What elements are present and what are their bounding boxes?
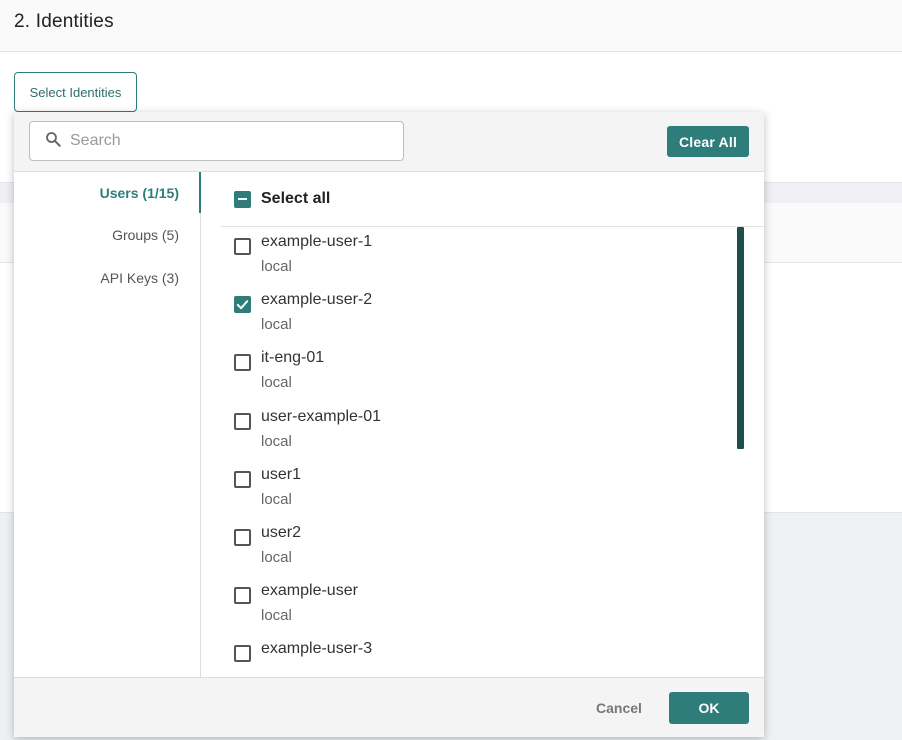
item-checkbox[interactable] [234,471,251,488]
item-checkbox[interactable] [234,354,251,371]
tab-api-keys[interactable]: API Keys (3) [100,270,179,286]
clear-all-button[interactable]: Clear All [667,126,749,157]
item-checkbox[interactable] [234,587,251,604]
item-name: example-user-2 [261,291,373,308]
checkmark-icon [236,300,249,310]
popover-footer: Cancel OK [14,677,764,737]
popover-toolbar: Clear All [14,112,764,172]
search-field[interactable] [29,121,404,161]
item-source: local [261,549,292,566]
item-checkbox[interactable] [234,529,251,546]
item-source: local [261,374,292,391]
item-name: user1 [261,466,302,483]
search-input[interactable] [70,132,370,150]
cancel-button[interactable]: Cancel [584,693,654,723]
item-name: user-example-01 [261,408,382,425]
select-identities-button[interactable]: Select Identities [14,72,137,112]
item-name: user2 [261,524,302,541]
list-scrollbar[interactable] [737,227,744,449]
item-name: example-user-3 [261,640,373,657]
item-source: local [261,491,292,508]
item-name: example-user [261,582,358,599]
identity-selector-popover: Clear All Users (1/15) Groups (5) API Ke… [14,112,764,737]
item-checkbox[interactable] [234,645,251,662]
item-name: it-eng-01 [261,349,325,366]
ok-button[interactable]: OK [669,692,749,724]
item-source: local [261,316,292,333]
item-checkbox[interactable] [234,296,251,313]
select-all-checkbox[interactable] [234,190,251,208]
identity-type-tabs: Users (1/15) Groups (5) API Keys (3) [14,172,201,677]
item-name: example-user-1 [261,233,373,250]
select-all-label: Select all [261,190,331,207]
search-icon [44,130,62,153]
item-checkbox[interactable] [234,238,251,255]
item-source: local [261,607,292,624]
select-all-row[interactable]: Select all [221,172,764,227]
identities-card-header: 2. Identities [0,0,902,52]
identity-list: Select all example-user-1 local example-… [201,172,764,677]
tab-groups[interactable]: Groups (5) [112,227,179,243]
tab-users[interactable]: Users (1/15) [100,185,179,201]
section-title: 2. Identities [14,11,114,32]
item-source: local [261,433,292,450]
item-source: local [261,258,292,275]
item-checkbox[interactable] [234,413,251,430]
